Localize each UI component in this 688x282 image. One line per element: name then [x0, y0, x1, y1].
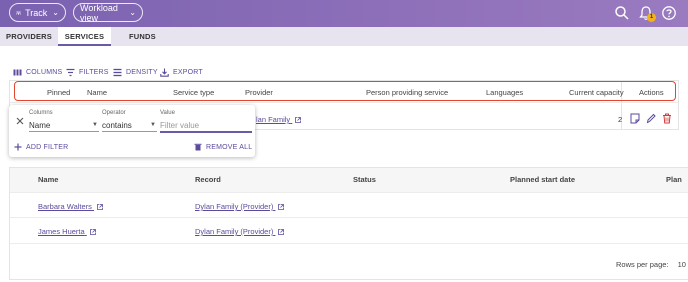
record-link[interactable]: Dylan Family (Provider) [195, 227, 285, 236]
record-link[interactable]: Dylan Family (Provider) [195, 202, 285, 211]
density-button[interactable]: DENSITY [113, 67, 158, 77]
value-input[interactable]: Filter value [160, 121, 199, 130]
tab-funds[interactable]: FUNDS [129, 27, 156, 46]
chevron-down-icon: ⌄ [52, 8, 59, 17]
workload-view-button[interactable]: Workload view ⌄ [73, 2, 143, 23]
external-link-icon [89, 229, 96, 235]
header-status[interactable]: Status [353, 175, 376, 184]
export-button[interactable]: EXPORT [160, 67, 203, 77]
header-person-providing-service[interactable]: Person providing service [366, 88, 448, 97]
row-divider [10, 102, 678, 103]
value-field-label: Value [160, 110, 175, 116]
filter-icon [66, 68, 75, 76]
header-plan[interactable]: Plan [666, 175, 682, 184]
capacity-value: 2 [618, 115, 623, 124]
export-label: EXPORT [173, 68, 203, 76]
download-icon [160, 68, 169, 77]
row-divider [10, 192, 688, 193]
delete-icon[interactable] [662, 113, 672, 124]
add-filter-button[interactable]: ADD FILTER [14, 143, 68, 151]
top-bar: Track ⌄ Workload view ⌄ 1 [0, 0, 688, 27]
operator-field-label: Operator [102, 110, 126, 116]
caret-down-icon: ▼ [150, 122, 156, 128]
header-provider[interactable]: Provider [245, 88, 273, 97]
chevron-down-icon: ⌄ [129, 8, 136, 17]
header-actions: Actions [639, 88, 664, 97]
provider-link-label: lan Family [256, 115, 291, 124]
tab-bar: PROVIDERS SERVICES FUNDS [0, 27, 688, 46]
header-planned-start-date[interactable]: Planned start date [510, 175, 575, 184]
external-link-icon [295, 117, 302, 123]
external-link-icon [97, 204, 103, 210]
search-icon[interactable] [614, 5, 630, 21]
header-current-capacity[interactable]: Current capacity [569, 88, 624, 97]
columns-icon [13, 69, 22, 75]
tab-providers[interactable]: PROVIDERS [6, 27, 52, 46]
row-divider [10, 217, 688, 218]
header-service-type[interactable]: Service type [173, 88, 214, 97]
workload-view-label: Workload view [80, 2, 118, 23]
rows-per-page-label: Rows per page: [616, 260, 669, 269]
filters-label: FILTERS [79, 68, 109, 76]
plus-icon [14, 143, 22, 151]
filter-panel: Columns Name ▼ Operator contains ▼ Value… [9, 105, 255, 157]
add-filter-label: ADD FILTER [26, 143, 69, 151]
value-input-underline [160, 131, 252, 133]
people-grid-header [10, 168, 688, 192]
person-link[interactable]: Barbara Walters [38, 202, 103, 211]
track-label: Track [25, 7, 48, 18]
person-name: Barbara Walters [38, 202, 92, 211]
columns-underline [29, 131, 99, 132]
operator-underline [102, 131, 157, 132]
header-name[interactable]: Name [87, 88, 107, 97]
columns-button[interactable]: COLUMNS [13, 67, 62, 77]
track-menu-button[interactable]: Track ⌄ [9, 3, 66, 22]
tab-services[interactable]: SERVICES [58, 27, 111, 46]
person-name: James Huerta [38, 227, 85, 236]
rows-per-page-select[interactable]: 10 [678, 260, 686, 269]
remove-all-label: REMOVE ALL [206, 143, 253, 151]
header-record[interactable]: Record [195, 175, 221, 184]
header-pinned[interactable]: Pinned [47, 88, 70, 97]
external-link-icon [278, 204, 285, 210]
family-icon [16, 10, 21, 15]
density-label: DENSITY [126, 68, 158, 76]
close-icon[interactable] [16, 117, 24, 125]
columns-field-label: Columns [29, 110, 53, 116]
remove-all-button[interactable]: REMOVE ALL [194, 143, 252, 151]
caret-down-icon: ▼ [92, 122, 98, 128]
filters-button[interactable]: FILTERS [66, 67, 109, 77]
notification-badge: 1 [647, 13, 656, 22]
provider-link[interactable]: lan Family [256, 115, 302, 124]
columns-label: COLUMNS [26, 68, 63, 76]
density-icon [113, 68, 122, 76]
person-link[interactable]: James Huerta [38, 227, 96, 236]
edit-icon[interactable] [646, 113, 656, 124]
columns-select[interactable]: Name [29, 121, 50, 130]
trash-icon [194, 143, 202, 151]
record-name: Dylan Family (Provider) [195, 227, 274, 236]
external-link-icon [278, 229, 285, 235]
rows-per-page: Rows per page: 10 [616, 260, 686, 269]
operator-select[interactable]: contains [102, 121, 132, 130]
note-icon[interactable] [630, 113, 640, 124]
header-name[interactable]: Name [38, 175, 58, 184]
record-name: Dylan Family (Provider) [195, 202, 274, 211]
row-divider [10, 243, 688, 244]
help-icon[interactable] [661, 5, 677, 21]
header-languages[interactable]: Languages [486, 88, 523, 97]
